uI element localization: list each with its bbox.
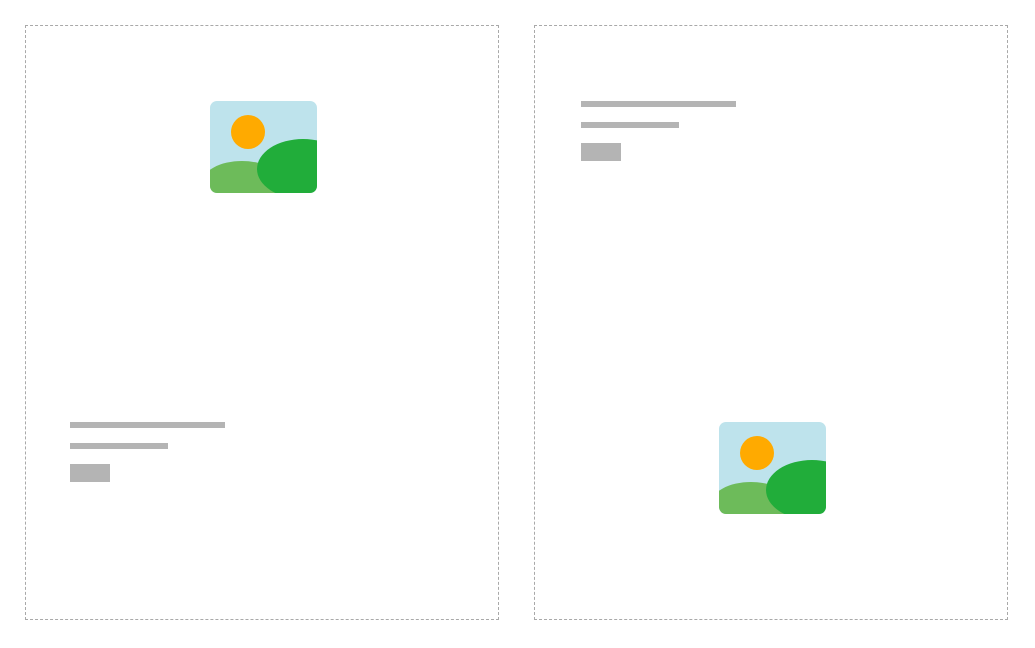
text-line-long	[70, 422, 225, 428]
image-placeholder-icon	[719, 422, 826, 514]
button-placeholder	[581, 143, 621, 161]
text-line-long	[581, 101, 736, 107]
text-line-short	[70, 443, 168, 449]
button-placeholder	[70, 464, 110, 482]
layout-panel-left	[25, 25, 499, 620]
image-placeholder-icon	[210, 101, 317, 193]
text-line-short	[581, 122, 679, 128]
layout-panel-right	[534, 25, 1008, 620]
